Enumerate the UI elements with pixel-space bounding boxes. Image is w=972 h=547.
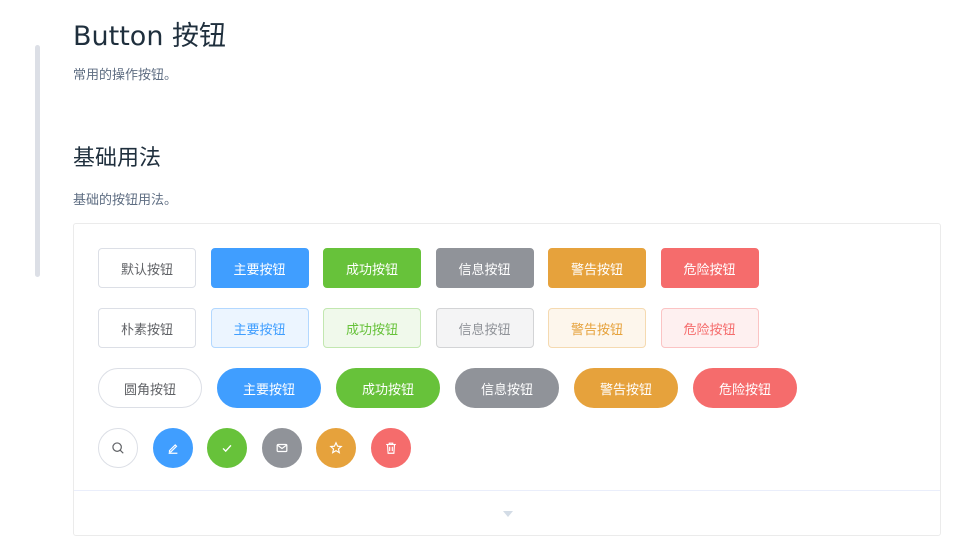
section-title: 基础用法 xyxy=(73,146,162,171)
round-danger-button[interactable]: 危险按钮 xyxy=(693,368,797,408)
plain-success-button[interactable]: 成功按钮 xyxy=(323,308,421,348)
warning-button[interactable]: 警告按钮 xyxy=(548,248,646,288)
page-title: Button 按钮 xyxy=(73,21,227,52)
edit-icon xyxy=(168,444,177,454)
plain-default-button[interactable]: 朴素按钮 xyxy=(98,308,196,348)
plain-warning-button[interactable]: 警告按钮 xyxy=(548,308,646,348)
round-success-button[interactable]: 成功按钮 xyxy=(336,368,440,408)
circle-edit-button[interactable] xyxy=(152,428,193,468)
button-row-normal: 默认按钮 主要按钮 成功按钮 信息按钮 警告按钮 危险按钮 xyxy=(98,248,773,288)
circle-delete-button[interactable] xyxy=(370,428,411,468)
demo-block: 默认按钮 主要按钮 成功按钮 信息按钮 警告按钮 危险按钮 朴素按钮 主要按钮 … xyxy=(73,223,941,536)
plain-primary-button[interactable]: 主要按钮 xyxy=(210,308,309,348)
circle-star-button[interactable] xyxy=(316,428,356,468)
page-scrollbar[interactable] xyxy=(35,45,40,277)
plain-danger-button[interactable]: 危险按钮 xyxy=(660,308,759,348)
success-button[interactable]: 成功按钮 xyxy=(323,248,421,288)
primary-button[interactable]: 主要按钮 xyxy=(210,248,309,288)
button-row-plain: 朴素按钮 主要按钮 成功按钮 信息按钮 警告按钮 危险按钮 xyxy=(98,308,773,348)
message-icon xyxy=(276,443,287,453)
check-icon xyxy=(222,444,232,453)
star-icon xyxy=(329,441,343,454)
round-default-button[interactable]: 圆角按钮 xyxy=(98,368,202,408)
delete-icon xyxy=(385,442,396,454)
demo-footer-toggle[interactable] xyxy=(74,490,940,535)
page-description: 常用的操作按钮。 xyxy=(73,68,178,83)
circle-check-button[interactable] xyxy=(207,428,247,468)
search-icon xyxy=(112,442,124,454)
round-warning-button[interactable]: 警告按钮 xyxy=(574,368,678,408)
caret-down-icon xyxy=(503,511,513,517)
default-button[interactable]: 默认按钮 xyxy=(98,248,196,288)
round-info-button[interactable]: 信息按钮 xyxy=(455,368,559,408)
button-row-round: 圆角按钮 主要按钮 成功按钮 信息按钮 警告按钮 危险按钮 xyxy=(98,368,812,408)
circle-message-button[interactable] xyxy=(261,428,302,468)
circle-search-button[interactable] xyxy=(98,428,138,468)
danger-button[interactable]: 危险按钮 xyxy=(660,248,759,288)
round-primary-button[interactable]: 主要按钮 xyxy=(217,368,321,408)
section-description: 基础的按钮用法。 xyxy=(73,193,178,208)
plain-info-button[interactable]: 信息按钮 xyxy=(435,308,534,348)
button-row-circle xyxy=(98,428,425,468)
info-button[interactable]: 信息按钮 xyxy=(435,248,534,288)
